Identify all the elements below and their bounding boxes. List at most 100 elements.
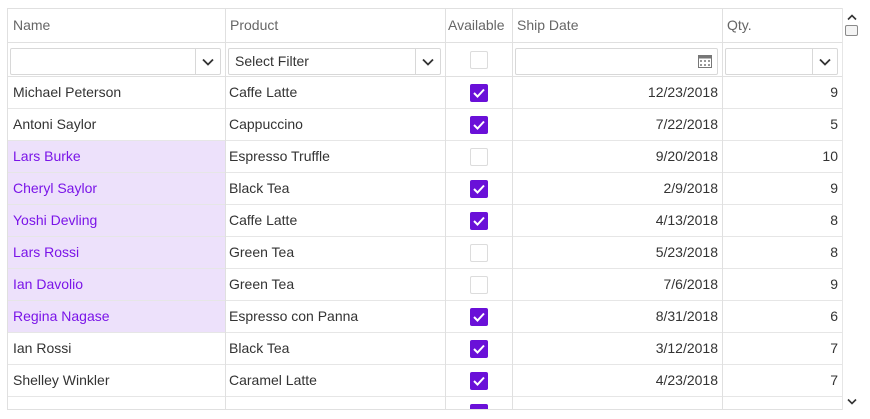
qty-filter-input[interactable] <box>725 48 838 75</box>
available-cell <box>445 173 512 204</box>
qty-cell[interactable]: 8 <box>722 237 842 268</box>
available-filter-checkbox[interactable] <box>470 51 488 69</box>
available-checkbox[interactable] <box>470 84 488 102</box>
name-cell[interactable]: Regina Nagase <box>8 301 225 332</box>
qty-cell[interactable]: 5 <box>722 109 842 140</box>
qty-cell[interactable]: 7 <box>722 365 842 396</box>
product-cell[interactable]: Caffe Latte <box>225 77 445 108</box>
product-cell[interactable]: Espresso con Panna <box>225 301 445 332</box>
chevron-down-icon[interactable] <box>812 49 837 74</box>
ship-date-cell[interactable]: 7/6/2018 <box>512 269 722 300</box>
ship-date-cell[interactable]: 2/9/2018 <box>512 173 722 204</box>
ship-date-cell[interactable]: 12/23/2018 <box>512 77 722 108</box>
product-cell[interactable]: Black Tea <box>225 333 445 364</box>
product-cell[interactable]: Caffe Latte <box>225 205 445 236</box>
available-checkbox[interactable] <box>470 340 488 358</box>
product-cell[interactable]: Cappuccino <box>225 109 445 140</box>
ship-date-cell[interactable] <box>512 397 722 409</box>
name-cell[interactable]: Shelley Winkler <box>8 365 225 396</box>
available-cell <box>445 237 512 268</box>
ship-date-cell[interactable]: 9/20/2018 <box>512 141 722 172</box>
name-cell[interactable]: Ian Rossi <box>8 333 225 364</box>
product-cell[interactable]: Green Tea <box>225 269 445 300</box>
table-row[interactable]: Michael Peterson Caffe Latte 12/23/2018 9 <box>8 77 842 109</box>
chevron-down-icon[interactable] <box>415 49 440 74</box>
available-checkbox[interactable] <box>470 308 488 326</box>
available-checkbox[interactable] <box>470 244 488 262</box>
checkmark-icon <box>473 312 485 322</box>
name-cell[interactable]: Yoshi Devling <box>8 205 225 236</box>
table-row[interactable]: Shelley Winkler Caramel Latte 4/23/2018 7 <box>8 365 842 397</box>
product-cell[interactable]: Caramel Latte <box>225 365 445 396</box>
available-cell <box>445 301 512 332</box>
ship-date-cell[interactable]: 4/23/2018 <box>512 365 722 396</box>
header-name[interactable]: Name <box>8 9 225 42</box>
available-cell <box>445 365 512 396</box>
table-row[interactable] <box>8 397 842 409</box>
qty-cell[interactable]: 9 <box>722 77 842 108</box>
table-row[interactable]: Lars Burke Espresso Truffle 9/20/2018 10 <box>8 141 842 173</box>
qty-cell[interactable]: 9 <box>722 173 842 204</box>
product-cell[interactable]: Espresso Truffle <box>225 141 445 172</box>
table-row[interactable]: Regina Nagase Espresso con Panna 8/31/2018… <box>8 301 842 333</box>
table-row[interactable]: Ian Davolio Green Tea 7/6/2018 9 <box>8 269 842 301</box>
qty-cell[interactable] <box>722 397 842 409</box>
ship-date-cell[interactable]: 8/31/2018 <box>512 301 722 332</box>
available-checkbox[interactable] <box>470 116 488 134</box>
name-cell[interactable]: Ian Davolio <box>8 269 225 300</box>
calendar-icon[interactable] <box>693 49 717 74</box>
scrollbar-thumb[interactable] <box>845 25 858 36</box>
data-grid: Name Product Available Ship Date Qty. Se… <box>7 8 860 410</box>
qty-cell[interactable]: 8 <box>722 205 842 236</box>
name-cell[interactable]: Lars Burke <box>8 141 225 172</box>
product-cell[interactable] <box>225 397 445 409</box>
header-available[interactable]: Available <box>445 9 512 42</box>
product-filter-select[interactable]: Select Filter <box>228 48 441 75</box>
header-ship-date[interactable]: Ship Date <box>512 9 722 42</box>
table-row[interactable]: Antoni Saylor Cappuccino 7/22/2018 5 <box>8 109 842 141</box>
checkmark-icon <box>473 216 485 226</box>
ship-date-cell[interactable]: 4/13/2018 <box>512 205 722 236</box>
name-cell[interactable] <box>8 397 225 409</box>
available-checkbox[interactable] <box>470 148 488 166</box>
name-cell[interactable]: Lars Rossi <box>8 237 225 268</box>
ship-date-cell[interactable]: 5/23/2018 <box>512 237 722 268</box>
available-cell <box>445 333 512 364</box>
name-cell[interactable]: Antoni Saylor <box>8 109 225 140</box>
qty-cell[interactable]: 7 <box>722 333 842 364</box>
available-checkbox[interactable] <box>470 212 488 230</box>
chevron-down-icon[interactable] <box>195 49 220 74</box>
name-filter-input[interactable] <box>10 48 221 75</box>
name-cell[interactable]: Cheryl Saylor <box>8 173 225 204</box>
qty-cell[interactable]: 9 <box>722 269 842 300</box>
product-cell[interactable]: Black Tea <box>225 173 445 204</box>
chevron-up-icon[interactable] <box>843 10 860 24</box>
table-row[interactable]: Yoshi Devling Caffe Latte 4/13/2018 8 <box>8 205 842 237</box>
available-cell <box>445 397 512 409</box>
vertical-scrollbar[interactable] <box>842 8 860 410</box>
ship-date-cell[interactable]: 3/12/2018 <box>512 333 722 364</box>
available-cell <box>445 141 512 172</box>
available-checkbox[interactable] <box>470 372 488 390</box>
available-checkbox[interactable] <box>470 180 488 198</box>
table-row[interactable]: Lars Rossi Green Tea 5/23/2018 8 <box>8 237 842 269</box>
ship-date-filter-input[interactable] <box>515 48 718 75</box>
product-filter-placeholder: Select Filter <box>235 53 309 69</box>
product-cell[interactable]: Green Tea <box>225 237 445 268</box>
table-row[interactable]: Ian Rossi Black Tea 3/12/2018 7 <box>8 333 842 365</box>
header-qty[interactable]: Qty. <box>722 9 842 42</box>
qty-cell[interactable]: 6 <box>722 301 842 332</box>
name-cell[interactable]: Michael Peterson <box>8 77 225 108</box>
header-product[interactable]: Product <box>225 9 445 42</box>
chevron-down-icon[interactable] <box>843 394 860 408</box>
column-divider <box>445 9 446 409</box>
column-divider <box>512 9 513 409</box>
available-cell <box>445 77 512 108</box>
qty-cell[interactable]: 10 <box>722 141 842 172</box>
ship-date-cell[interactable]: 7/22/2018 <box>512 109 722 140</box>
column-divider <box>722 9 723 409</box>
available-checkbox[interactable] <box>470 404 488 409</box>
table-row[interactable]: Cheryl Saylor Black Tea 2/9/2018 9 <box>8 173 842 205</box>
checkmark-icon <box>473 184 485 194</box>
available-checkbox[interactable] <box>470 276 488 294</box>
